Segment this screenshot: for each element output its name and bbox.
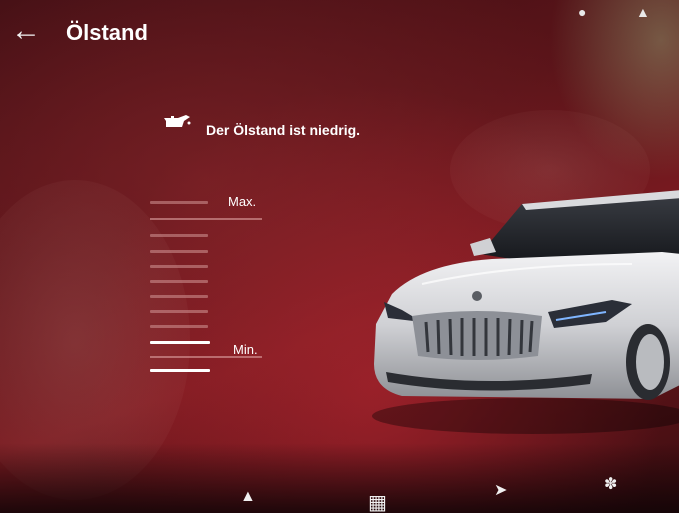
back-button[interactable]: ← [6,14,46,48]
gauge-tick-filled [150,369,210,372]
gauge-tick-filled [150,341,210,344]
gauge-tick [150,250,208,253]
apps-grid-icon[interactable]: ▦ [368,490,387,513]
gauge-min-label: Min. [233,342,258,357]
min-line [150,356,262,358]
oil-level-screen: ← Ölstand ● ▲ Der Ölstand ist niedrig. M… [0,0,679,513]
bottom-bar [0,443,679,513]
fan-icon[interactable]: ✽ [604,474,617,494]
status-icon: ▲ [636,4,650,20]
car-image [372,190,679,434]
page-title: Ölstand [66,20,148,45]
status-icon: ● [578,4,587,20]
gauge-tick [150,265,208,268]
max-line [150,218,262,220]
arrow-left-icon: ← [11,14,41,47]
oil-status-message: Der Ölstand ist niedrig. [206,122,361,138]
gauge-tick [150,280,208,283]
oil-can-icon [164,115,191,127]
gauge-tick [150,295,208,298]
navigation-arrow-icon[interactable]: ➤ [494,480,507,500]
gauge-tick [150,310,208,313]
gauge-tick [150,201,208,204]
screen-glare [549,0,679,180]
gauge-max-label: Max. [228,194,257,209]
gauge-tick [150,325,208,328]
gauge-tick [150,234,208,237]
oil-level-gauge: Max. Min. [150,194,280,386]
seat-icon[interactable]: ▲ [240,488,256,506]
